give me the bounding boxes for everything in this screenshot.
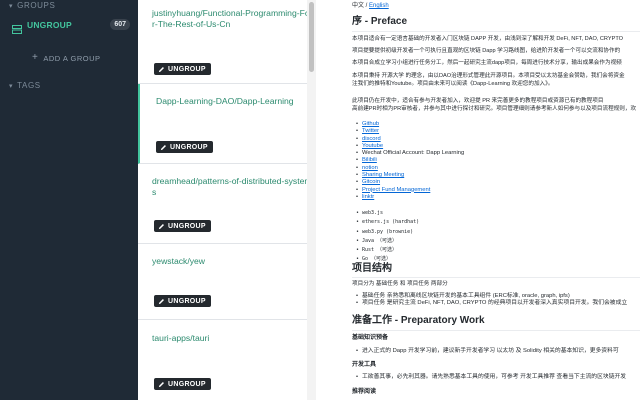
- list-item[interactable]: Github: [356, 121, 464, 129]
- list-item[interactable]: Sharing Meeting: [356, 172, 464, 180]
- repo-card[interactable]: justinyhuang/Functional-Programming-For-…: [138, 0, 315, 84]
- language-prefix: 中文 /: [352, 3, 370, 9]
- gitcoin-link[interactable]: Gitcoin: [362, 179, 380, 185]
- list-item[interactable]: linktr: [356, 194, 464, 202]
- tools-heading: 开发工具: [352, 362, 377, 368]
- tag-button-label: UNGROUP: [170, 143, 208, 151]
- list-item[interactable]: Gitcoin: [356, 179, 464, 187]
- repo-name-link[interactable]: dreamhead/patterns-of-distributed-system…: [152, 176, 312, 198]
- paragraph: 本项目合成立学习小组进行任务分工，然后一起研究主流dapp项目，每周进行技术分享…: [352, 60, 622, 66]
- pencil-icon: [160, 144, 166, 150]
- readme-panel: 中文 / English 序 - Preface 本项目适合有一定语言基础的开发…: [317, 0, 640, 400]
- pencil-icon: [158, 66, 164, 72]
- repo-card[interactable]: Dapp-Learning-DAO/Dapp-Learning UNGROUP: [138, 84, 315, 164]
- list-item[interactable]: discord: [356, 136, 464, 144]
- paragraph: 本项目适合有一定语言基础的开发者入门区块链 DAPP 开发，由浅到深了解和开发 …: [352, 36, 624, 42]
- repo-name-link[interactable]: justinyhuang/Functional-Programming-For-…: [152, 8, 312, 30]
- divider: [352, 31, 640, 32]
- tag-button[interactable]: UNGROUP: [154, 63, 211, 75]
- project-fund-link[interactable]: Project Fund Management: [362, 187, 430, 193]
- discord-link[interactable]: discord: [362, 136, 381, 142]
- community-links-list: Github Twitter discord Youtube Wechat Of…: [356, 121, 465, 202]
- preface-heading: 序 - Preface: [352, 16, 408, 27]
- notion-link[interactable]: notion: [362, 165, 378, 171]
- knowledge-list: 进入正式的 Dapp 开发学习前，建议新手开发者学习 以太坊 及 Solidit…: [356, 348, 619, 356]
- list-item[interactable]: notion: [356, 165, 464, 173]
- add-group-button[interactable]: + ADD A GROUP: [32, 53, 101, 63]
- repo-name-link[interactable]: yewstack/yew: [152, 256, 312, 267]
- english-link[interactable]: English: [369, 3, 389, 9]
- linktr-link[interactable]: linktr: [362, 194, 374, 200]
- repo-card[interactable]: tauri-apps/tauri UNGROUP: [138, 320, 315, 400]
- repo-card[interactable]: yewstack/yew UNGROUP: [138, 244, 315, 320]
- list-item[interactable]: Youtube: [356, 143, 464, 151]
- list-item: Wechat Official Account: Dapp Learning: [356, 150, 465, 158]
- groups-heading-label: GROUPS: [17, 1, 56, 10]
- tag-button[interactable]: UNGROUP: [156, 141, 213, 153]
- list-item: 工欲善其事，必先利其器。请先熟悉基本工具的使用，可参考 开发工具推荐 查看当下主…: [356, 374, 626, 382]
- tag-button[interactable]: UNGROUP: [154, 295, 211, 307]
- prep-heading: 准备工作 - Preparatory Work: [352, 315, 485, 326]
- sidebar-item-ungroup[interactable]: UNGROUP 607: [0, 16, 138, 34]
- inbox-icon: [12, 21, 22, 34]
- paragraph: 本项目秉持 开源大学 的理念，由以DAO治理形式管理此开源项目。本项目受以太坊基…: [352, 73, 625, 79]
- structure-list: 基础任务 亲熟悉和离线区块链开发的基本工具组件 (ERC标准, oracle, …: [356, 293, 627, 308]
- list-item[interactable]: Project Fund Management: [356, 187, 464, 195]
- divider: [352, 277, 640, 278]
- repo-name-link[interactable]: Dapp-Learning-DAO/Dapp-Learning: [156, 96, 315, 107]
- tag-button-label: UNGROUP: [168, 297, 206, 305]
- structure-heading: 项目结构: [352, 263, 392, 274]
- chevron-down-icon: ▾: [9, 2, 14, 10]
- sidebar-item-label: UNGROUP: [27, 20, 72, 30]
- github-link[interactable]: Github: [362, 121, 379, 127]
- language-switch: 中文 / English: [352, 2, 389, 10]
- sharing-meeting-link[interactable]: Sharing Meeting: [362, 172, 404, 178]
- list-item: web3.py (brownie): [356, 228, 419, 238]
- tag-button-label: UNGROUP: [168, 380, 206, 388]
- paragraph: 项目分为 基础任务 和 项目任务 两部分: [352, 281, 448, 287]
- paragraph: 高前建PR时相为PR审核者，并参与其中进行探讨和研究。项目管理细则请参考新人如何…: [352, 106, 637, 112]
- repo-name-link[interactable]: tauri-apps/tauri: [152, 333, 312, 344]
- paragraph: 注我们的推特和Youtube。项目由未来可以阅读《Dapp-Learning 欢…: [352, 81, 554, 87]
- tag-button[interactable]: UNGROUP: [154, 378, 211, 390]
- add-group-label: ADD A GROUP: [43, 53, 101, 63]
- paragraph: 项目提要提供初级开发者一个可执行且直观的区块链 Dapp 学习路线图，给进阶开发…: [352, 48, 621, 54]
- sidebar: ▾ GROUPS UNGROUP 607 + ADD A GROUP ▾ TAG…: [0, 0, 138, 400]
- wechat-text: Wechat Official Account: Dapp Learning: [362, 150, 465, 157]
- count-badge: 607: [110, 19, 130, 30]
- pencil-icon: [158, 381, 164, 387]
- tags-heading-label: TAGS: [17, 81, 41, 90]
- tools-tip-list: 工欲善其事，必先利其器。请先熟悉基本工具的使用，可参考 开发工具推荐 查看当下主…: [356, 374, 626, 382]
- chevron-down-icon: ▾: [9, 82, 14, 90]
- knowledge-heading: 基础知识预备: [352, 335, 389, 341]
- pencil-icon: [158, 223, 164, 229]
- paragraph: 此项目仍在开发中，适合有参与开发者加入，欢迎提 PR 来完善更多的教程项目或资源…: [352, 98, 604, 104]
- list-item: Java （可选）: [356, 237, 419, 247]
- groups-heading[interactable]: ▾ GROUPS: [9, 1, 55, 10]
- pencil-icon: [158, 298, 164, 304]
- tools-list: web3.js ethers.js (hardhat) web3.py (bro…: [356, 209, 419, 265]
- tag-button-label: UNGROUP: [168, 65, 206, 73]
- list-item: ethers.js (hardhat): [356, 218, 419, 228]
- tag-button-label: UNGROUP: [168, 222, 206, 230]
- repo-list: justinyhuang/Functional-Programming-For-…: [138, 0, 316, 400]
- youtube-link[interactable]: Youtube: [362, 143, 383, 149]
- plus-icon: +: [32, 52, 39, 63]
- bilibili-link[interactable]: Bilibili: [362, 157, 377, 163]
- divider: [352, 330, 640, 331]
- twitter-link[interactable]: Twitter: [362, 128, 379, 134]
- list-item: 进入正式的 Dapp 开发学习前，建议新手开发者学习 以太坊 及 Solidit…: [356, 348, 619, 356]
- repo-card[interactable]: dreamhead/patterns-of-distributed-system…: [138, 164, 315, 244]
- list-scrollbar-thumb[interactable]: [309, 2, 314, 72]
- reading-heading: 推荐阅读: [352, 389, 377, 395]
- list-item[interactable]: Twitter: [356, 128, 464, 136]
- tag-button[interactable]: UNGROUP: [154, 220, 211, 232]
- list-item: Rust （可选）: [356, 246, 419, 256]
- list-item[interactable]: Bilibili: [356, 157, 464, 165]
- tags-heading[interactable]: ▾ TAGS: [9, 81, 41, 90]
- list-item: web3.js: [356, 209, 419, 219]
- list-item: 项目任务 是研究主流 DeFi, NFT, DAO, CRYPTO 的经典项目以…: [356, 300, 627, 308]
